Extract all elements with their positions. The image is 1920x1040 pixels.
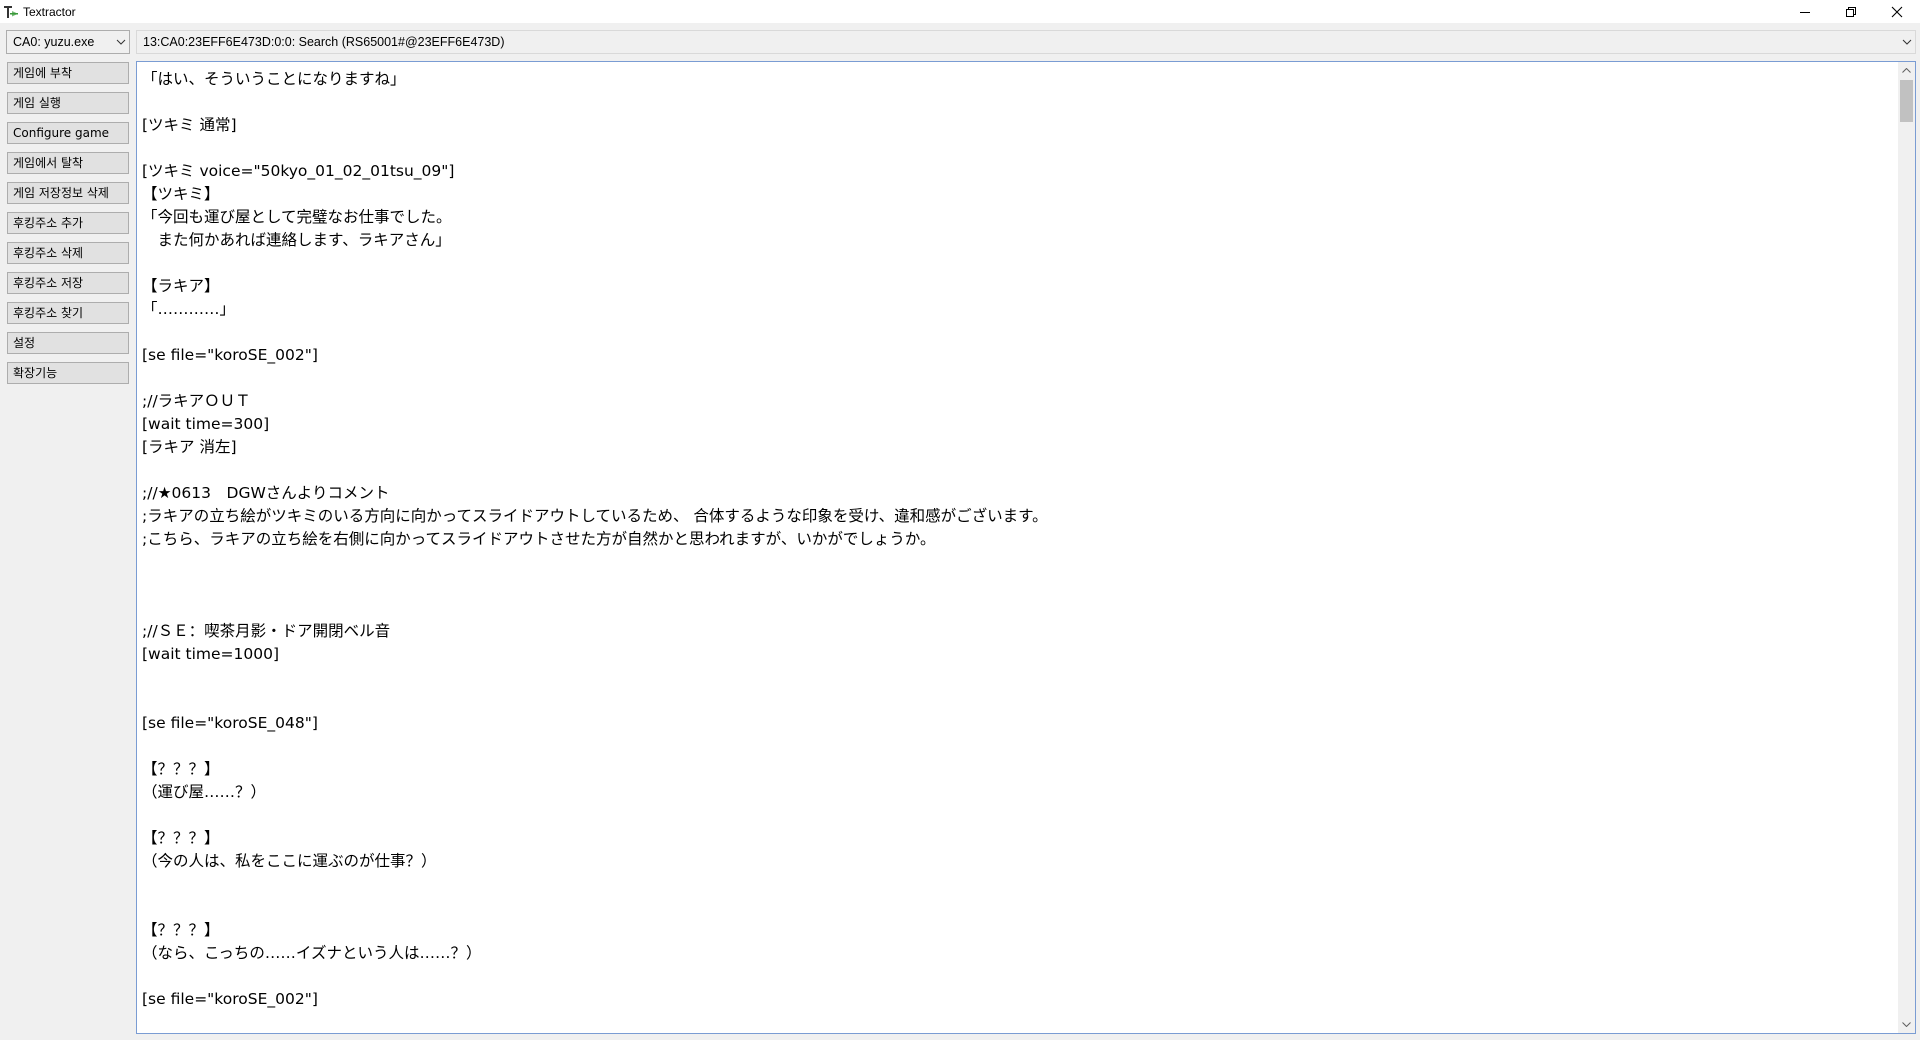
textractor-logo-icon <box>3 4 19 20</box>
text-output-content: 「はい、そういうことになりますね」 [ツキミ 通常] [ツキミ voice="50k… <box>142 68 1893 1033</box>
text-line: [wait time=1000] <box>142 645 280 663</box>
scroll-up-arrow[interactable] <box>1898 62 1915 79</box>
text-thread-select[interactable]: 13:CA0:23EFF6E473D:0:0: Search (RS65001#… <box>136 30 1916 54</box>
text-line <box>142 597 1893 620</box>
launch-game-button[interactable]: 게임 실행 <box>7 92 129 114</box>
text-line: また何かあれば連絡します、ラキアさん」 <box>142 231 451 249</box>
window-title: Textractor <box>23 4 76 19</box>
title-bar[interactable]: Textractor <box>0 0 1920 23</box>
sidebar: 게임에 부착 게임 실행 Configure game 게임에서 탈착 게임 저… <box>7 62 129 392</box>
close-icon <box>1891 6 1903 17</box>
minimize-icon <box>1800 11 1810 13</box>
text-line: （今の人は、私をここに運ぶのが仕事？） <box>142 852 437 870</box>
attach-game-button[interactable]: 게임에 부착 <box>7 62 129 84</box>
window-controls <box>1782 0 1920 23</box>
text-line: ;こちら、ラキアの立ち絵を右側に向かってスライドアウトさせた方が自然かと思われま… <box>142 530 936 548</box>
settings-button[interactable]: 설정 <box>7 332 129 354</box>
text-line <box>142 137 1893 160</box>
restore-button[interactable] <box>1828 0 1874 23</box>
configure-game-button[interactable]: Configure game <box>7 122 129 144</box>
add-hook-button[interactable]: 후킹주소 추가 <box>7 212 129 234</box>
scroll-down-arrow[interactable] <box>1898 1016 1915 1033</box>
text-line <box>142 804 1893 827</box>
text-line: ;//ラキアＯＵＴ <box>142 392 251 410</box>
text-line <box>142 91 1893 114</box>
remove-hook-button[interactable]: 후킹주소 삭제 <box>7 242 129 264</box>
chevron-up-icon <box>1902 68 1911 73</box>
text-line <box>142 551 1893 574</box>
text-line <box>142 873 1893 896</box>
forget-game-button[interactable]: 게임 저장정보 삭제 <box>7 182 129 204</box>
text-line: [se file="koroSE_002"] <box>142 990 318 1008</box>
scroll-thumb[interactable] <box>1900 80 1913 122</box>
text-output-area[interactable]: 「はい、そういうことになりますね」 [ツキミ 通常] [ツキミ voice="50k… <box>136 61 1916 1034</box>
search-hook-button[interactable]: 후킹주소 찾기 <box>7 302 129 324</box>
text-line <box>142 666 1893 689</box>
text-line <box>142 735 1893 758</box>
text-line: ;//ＳＥ：喫茶月影・ドア開閉ベル音 <box>142 622 391 640</box>
close-button[interactable] <box>1874 0 1920 23</box>
text-line: 【？？？】 <box>142 921 220 939</box>
minimize-button[interactable] <box>1782 0 1828 23</box>
text-line: （なら、こっちの……イズナという人は……？） <box>142 944 482 962</box>
process-select-value: CA0: yuzu.exe <box>13 35 95 49</box>
text-line <box>142 367 1893 390</box>
chevron-down-icon <box>1902 1022 1911 1027</box>
text-line: 【ラキア】 <box>142 277 220 295</box>
text-line <box>142 459 1893 482</box>
chevron-down-icon <box>113 39 129 45</box>
text-line <box>142 321 1893 344</box>
text-line <box>142 574 1893 597</box>
vertical-scrollbar[interactable] <box>1898 62 1915 1033</box>
text-line: 【？？？】 <box>142 829 220 847</box>
restore-icon <box>1846 6 1856 17</box>
text-line: [ツキミ 通常] <box>142 116 237 134</box>
text-line: [ツキミ voice="50kyo_01_02_01tsu_09"] <box>142 162 455 180</box>
textractor-window: Textractor CA0: yuzu.exe 13:CA0:23EFF6E4… <box>0 0 1920 1040</box>
text-line: （運び屋……？） <box>142 783 267 801</box>
detach-game-button[interactable]: 게임에서 탈착 <box>7 152 129 174</box>
chevron-down-icon <box>1899 39 1915 45</box>
text-line: 【？？？】 <box>142 760 220 778</box>
text-line <box>142 896 1893 919</box>
save-hook-button[interactable]: 후킹주소 저장 <box>7 272 129 294</box>
text-line: 「今回も運び屋として完璧なお仕事でした。 <box>142 208 452 226</box>
text-line <box>142 252 1893 275</box>
text-line: 【ツキミ】 <box>142 185 220 203</box>
text-line: [ラキア 消左] <box>142 438 237 456</box>
extensions-button[interactable]: 확장기능 <box>7 362 129 384</box>
text-line: 「…………」 <box>142 300 236 318</box>
text-thread-select-value: 13:CA0:23EFF6E473D:0:0: Search (RS65001#… <box>143 35 505 49</box>
text-line <box>142 689 1893 712</box>
text-line: 「はい、そういうことになりますね」 <box>142 70 406 88</box>
text-line: ;//★0613 DGWさんよりコメント <box>142 484 390 502</box>
text-line: [se file="koroSE_002"] <box>142 346 318 364</box>
process-select[interactable]: CA0: yuzu.exe <box>6 30 130 54</box>
text-line: ;ラキアの立ち絵がツキミのいる方向に向かってスライドアウトしているため、 合体す… <box>142 507 1048 525</box>
text-line <box>142 965 1893 988</box>
text-line: [wait time=300] <box>142 415 270 433</box>
text-line: [se file="koroSE_048"] <box>142 714 318 732</box>
